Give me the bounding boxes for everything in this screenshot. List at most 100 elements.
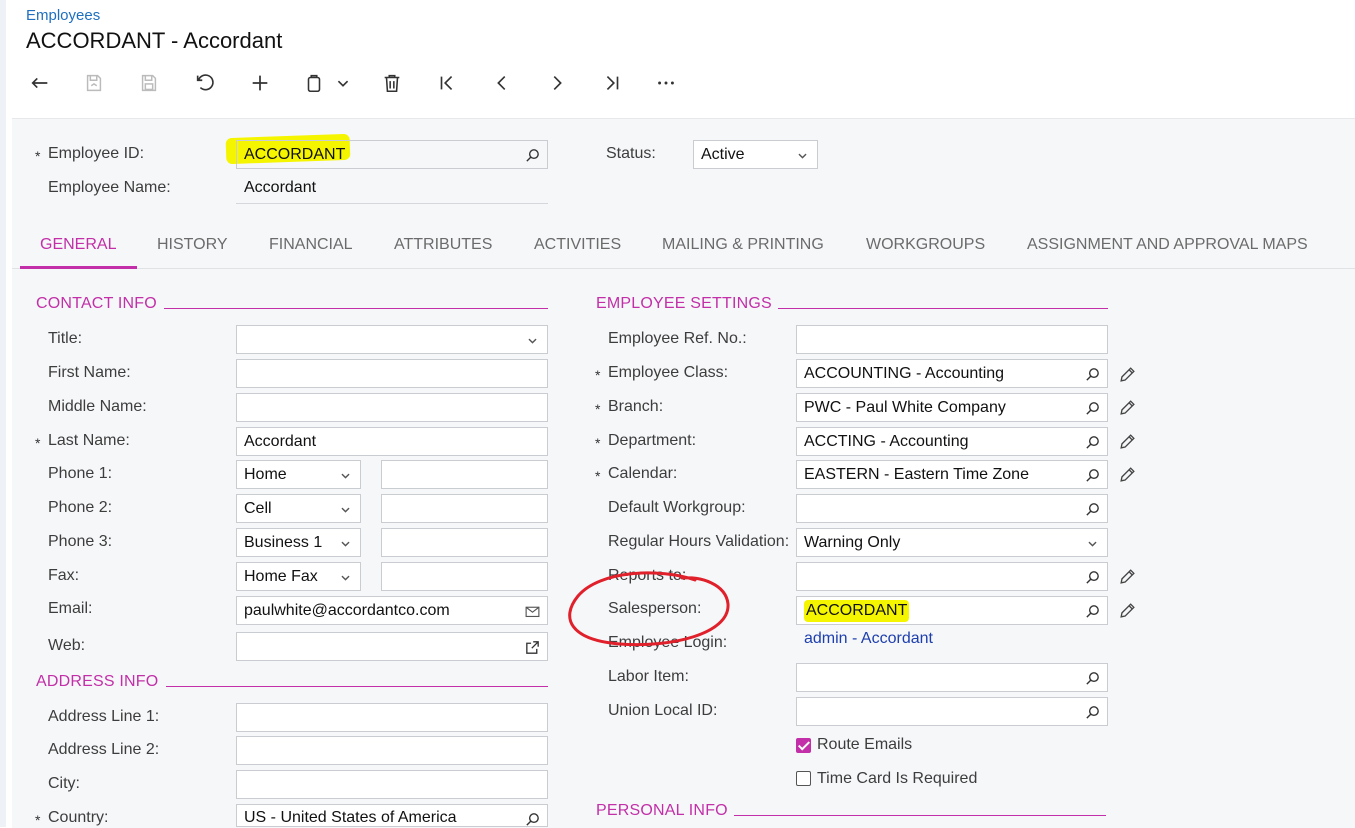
status-select[interactable]: Active bbox=[693, 140, 818, 169]
employee-ref-input[interactable] bbox=[796, 325, 1108, 354]
phone3-input[interactable] bbox=[381, 528, 548, 557]
phone1-label: Phone 1: bbox=[48, 465, 113, 482]
external-link-icon[interactable] bbox=[523, 638, 541, 656]
regular-hours-validation-select[interactable]: Warning Only bbox=[796, 528, 1108, 557]
search-icon[interactable] bbox=[1083, 669, 1101, 687]
search-icon[interactable] bbox=[1083, 500, 1101, 518]
undo-back-icon[interactable] bbox=[24, 68, 56, 98]
save-close-icon[interactable] bbox=[78, 68, 110, 98]
fax-type-select[interactable]: Home Fax bbox=[236, 562, 361, 591]
pencil-icon[interactable] bbox=[1117, 600, 1137, 620]
employee-name-value[interactable]: Accordant bbox=[244, 179, 316, 197]
salesperson-input[interactable]: ACCORDANT bbox=[796, 596, 1108, 625]
tabs-divider bbox=[12, 268, 1355, 269]
chevron-down-icon[interactable] bbox=[330, 68, 356, 98]
tab-activities[interactable]: ACTIVITIES bbox=[534, 236, 621, 254]
tab-financial[interactable]: FINANCIAL bbox=[269, 236, 353, 254]
calendar-value: EASTERN - Eastern Time Zone bbox=[804, 465, 1029, 483]
save-icon[interactable] bbox=[133, 68, 165, 98]
last-name-input[interactable]: Accordant bbox=[236, 427, 548, 456]
copy-paste-icon[interactable] bbox=[298, 68, 330, 98]
tab-mailing-printing[interactable]: MAILING & PRINTING bbox=[662, 236, 824, 254]
time-card-required-checkbox[interactable] bbox=[796, 771, 811, 786]
calendar-label: Calendar: bbox=[608, 465, 678, 482]
city-input[interactable] bbox=[236, 770, 548, 799]
branch-input[interactable]: PWC - Paul White Company bbox=[796, 393, 1108, 422]
phone1-input[interactable] bbox=[381, 460, 548, 489]
employee-login-link[interactable]: admin - Accordant bbox=[804, 630, 933, 648]
form-area bbox=[12, 118, 1355, 828]
union-local-id-input[interactable] bbox=[796, 697, 1108, 726]
search-icon[interactable] bbox=[1083, 568, 1101, 586]
web-label: Web: bbox=[48, 637, 86, 654]
phone2-input[interactable] bbox=[381, 494, 548, 523]
phone3-type-select[interactable]: Business 1 bbox=[236, 528, 361, 557]
web-input[interactable] bbox=[236, 632, 548, 661]
search-icon[interactable] bbox=[1083, 466, 1101, 484]
search-icon[interactable] bbox=[1083, 433, 1101, 451]
pencil-icon[interactable] bbox=[1117, 464, 1137, 484]
branch-value: PWC - Paul White Company bbox=[804, 398, 1006, 416]
next-record-icon[interactable] bbox=[541, 68, 573, 98]
delete-icon[interactable] bbox=[376, 68, 408, 98]
branch-label: Branch: bbox=[608, 398, 664, 415]
search-icon[interactable] bbox=[1083, 365, 1101, 383]
last-record-icon[interactable] bbox=[596, 68, 628, 98]
employee-class-input[interactable]: ACCOUNTING - Accounting bbox=[796, 359, 1108, 388]
fax-input[interactable] bbox=[381, 562, 548, 591]
phone1-type-select[interactable]: Home bbox=[236, 460, 361, 489]
search-icon[interactable] bbox=[523, 810, 541, 826]
phone3-type-value: Business 1 bbox=[244, 533, 323, 551]
employee-id-value: ACCORDANT bbox=[244, 145, 346, 163]
route-emails-label: Route Emails bbox=[817, 736, 913, 753]
salesperson-value: ACCORDANT bbox=[804, 599, 910, 622]
department-input[interactable]: ACCTING - Accounting bbox=[796, 427, 1108, 456]
country-label: Country: bbox=[48, 809, 109, 826]
employee-class-value: ACCOUNTING - Accounting bbox=[804, 364, 1005, 382]
labor-item-input[interactable] bbox=[796, 663, 1108, 692]
tab-attributes[interactable]: ATTRIBUTES bbox=[394, 236, 492, 254]
search-icon[interactable] bbox=[1083, 703, 1101, 721]
search-icon[interactable] bbox=[523, 146, 541, 164]
more-icon[interactable] bbox=[650, 68, 682, 98]
revert-icon[interactable] bbox=[189, 68, 221, 98]
employee-id-input[interactable]: ACCORDANT bbox=[236, 140, 548, 169]
address-line2-input[interactable] bbox=[236, 736, 548, 765]
email-input[interactable]: paulwhite@accordantco.com bbox=[236, 596, 548, 625]
tab-workgroups[interactable]: WORKGROUPS bbox=[866, 236, 985, 254]
mail-icon[interactable] bbox=[523, 602, 541, 620]
phone2-label: Phone 2: bbox=[48, 499, 113, 516]
reports-to-input[interactable] bbox=[796, 562, 1108, 591]
default-workgroup-input[interactable] bbox=[796, 494, 1108, 523]
first-record-icon[interactable] bbox=[431, 68, 463, 98]
pencil-icon[interactable] bbox=[1117, 397, 1137, 417]
first-name-input[interactable] bbox=[236, 359, 548, 388]
phone2-type-select[interactable]: Cell bbox=[236, 494, 361, 523]
regular-hours-validation-value: Warning Only bbox=[804, 533, 901, 551]
middle-name-input[interactable] bbox=[236, 393, 548, 422]
breadcrumb[interactable]: Employees bbox=[26, 7, 100, 24]
pencil-icon[interactable] bbox=[1117, 431, 1137, 451]
calendar-input[interactable]: EASTERN - Eastern Time Zone bbox=[796, 460, 1108, 489]
pencil-icon[interactable] bbox=[1117, 566, 1137, 586]
required-mark: * bbox=[595, 468, 601, 484]
title-select[interactable] bbox=[236, 325, 548, 354]
tab-assignment-approval-maps[interactable]: ASSIGNMENT AND APPROVAL MAPS bbox=[1027, 236, 1308, 254]
search-icon[interactable] bbox=[1083, 399, 1101, 417]
tab-general[interactable]: GENERAL bbox=[40, 236, 116, 254]
employee-name-label: Employee Name: bbox=[48, 179, 171, 196]
chevron-down-icon bbox=[336, 534, 354, 552]
email-value: paulwhite@accordantco.com bbox=[244, 601, 450, 619]
search-icon[interactable] bbox=[1083, 602, 1101, 620]
chevron-down-icon bbox=[523, 331, 541, 349]
previous-record-icon[interactable] bbox=[486, 68, 518, 98]
country-input[interactable]: US - United States of America bbox=[236, 804, 548, 827]
add-icon[interactable] bbox=[244, 68, 276, 98]
chevron-down-icon bbox=[1083, 534, 1101, 552]
address-line1-input[interactable] bbox=[236, 703, 548, 732]
route-emails-checkbox[interactable] bbox=[796, 738, 811, 753]
pencil-icon[interactable] bbox=[1117, 364, 1137, 384]
employee-id-label: Employee ID: bbox=[48, 145, 145, 162]
middle-name-label: Middle Name: bbox=[48, 398, 147, 415]
tab-history[interactable]: HISTORY bbox=[157, 236, 228, 254]
